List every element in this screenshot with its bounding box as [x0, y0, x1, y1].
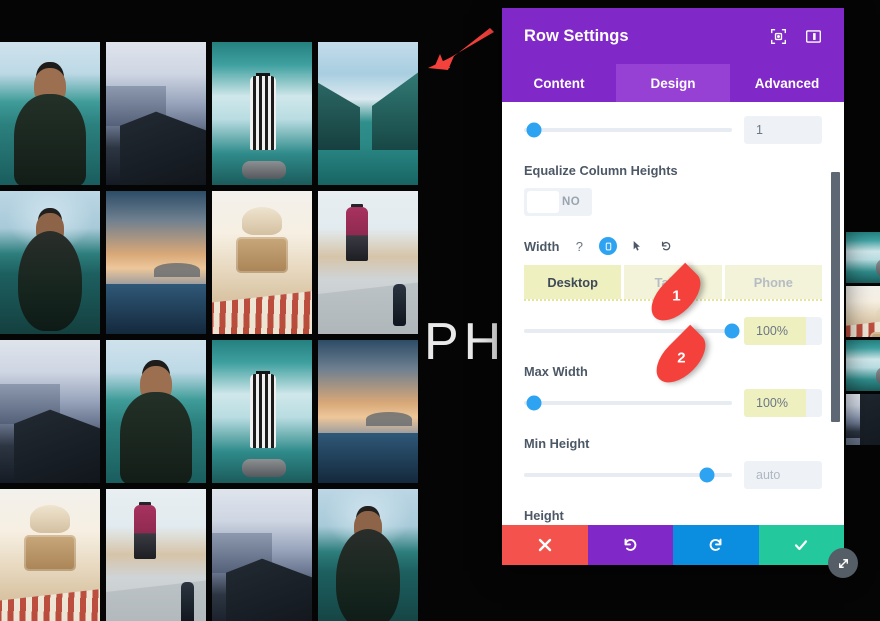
- gutter-width-field: 1: [524, 116, 822, 144]
- red-pointer-arrow: [428, 28, 494, 70]
- photo-man-standing-on-rock[interactable]: [212, 42, 312, 185]
- photo-overlay: [106, 580, 206, 621]
- width-slider-handle[interactable]: [724, 323, 740, 339]
- photo-grid: [0, 42, 424, 621]
- photo-smiling-man-lake[interactable]: [0, 42, 100, 185]
- min-height-slider-track[interactable]: [524, 467, 732, 483]
- side-thumbnail-strip: [846, 232, 880, 445]
- layout-panel-icon[interactable]: [805, 28, 822, 45]
- photo-mountain-cliff-valley[interactable]: [106, 42, 206, 185]
- min-height-field: Min Height auto: [524, 436, 822, 489]
- cancel-button[interactable]: [502, 525, 588, 565]
- photo-overlay: [0, 191, 100, 334]
- max-width-value: 100%: [756, 396, 788, 410]
- photo-overlay: [212, 489, 312, 621]
- resp-tab-phone[interactable]: Phone: [724, 265, 822, 299]
- photo-overlay: [318, 42, 418, 185]
- resp-tab-desktop[interactable]: Desktop: [524, 265, 622, 299]
- equalize-state: NO: [562, 196, 581, 208]
- max-width-value-box[interactable]: 100%: [744, 389, 822, 417]
- photo-overlay: [846, 394, 880, 445]
- tab-design[interactable]: Design: [616, 64, 730, 102]
- photo-ocean-sunset[interactable]: [106, 191, 206, 334]
- photo-smiling-man-lake[interactable]: [106, 340, 206, 483]
- photo-man-standing-on-rock[interactable]: [846, 232, 880, 283]
- photo-mirror-lake-mountains[interactable]: [318, 42, 418, 185]
- photo-overlay: [846, 232, 880, 283]
- tab-content[interactable]: Content: [502, 64, 616, 102]
- photo-overlay: [106, 42, 206, 185]
- gutter-slider-track[interactable]: [524, 122, 732, 138]
- width-value: 100%: [756, 324, 788, 338]
- photo-overlay: [846, 340, 880, 391]
- photo-overlay: [212, 291, 312, 334]
- vertical-scrollbar[interactable]: [831, 172, 840, 422]
- photo-person-with-camera[interactable]: [846, 286, 880, 337]
- focus-target-icon[interactable]: [770, 28, 787, 45]
- min-height-value: auto: [756, 468, 781, 482]
- photo-ocean-sunset[interactable]: [318, 340, 418, 483]
- tab-advanced[interactable]: Advanced: [730, 64, 844, 102]
- photo-hiker-with-bottle[interactable]: [106, 489, 206, 621]
- min-height-label: Min Height: [524, 436, 590, 451]
- toggle-knob: [527, 191, 559, 213]
- responsive-device-icon[interactable]: [599, 237, 618, 255]
- photo-overlay: [106, 340, 206, 483]
- height-label: Height: [524, 508, 564, 523]
- modal-footer: [502, 525, 844, 565]
- photo-man-standing-on-rock[interactable]: [846, 340, 880, 391]
- photo-overlay: [0, 589, 100, 621]
- photo-lake-louise-reflection[interactable]: [0, 191, 100, 334]
- max-width-slider-track[interactable]: [524, 395, 732, 411]
- equalize-column-heights-field: Equalize Column Heights NO: [524, 163, 822, 218]
- redo-button[interactable]: [673, 525, 759, 565]
- photo-man-standing-on-rock[interactable]: [212, 340, 312, 483]
- callout-2-label: 2: [676, 349, 686, 367]
- photo-person-with-camera[interactable]: [0, 489, 100, 621]
- photo-overlay: [318, 489, 418, 621]
- gutter-slider-row: 1: [524, 116, 822, 144]
- photo-mountain-cliff-valley[interactable]: [846, 394, 880, 445]
- modal-tabs: Content Design Advanced: [502, 64, 844, 102]
- photo-overlay: [846, 321, 880, 337]
- help-icon[interactable]: ?: [570, 237, 588, 255]
- callout-1-label: 1: [671, 287, 681, 305]
- gutter-slider-handle[interactable]: [526, 122, 542, 138]
- screenshot-root: PHO Row Settings Content Design Advanced…: [0, 0, 880, 621]
- width-slider-track[interactable]: [524, 323, 740, 339]
- gutter-value: 1: [756, 123, 763, 137]
- photo-overlay: [318, 282, 418, 334]
- min-height-value-box[interactable]: auto: [744, 461, 822, 489]
- photo-mountain-cliff-valley[interactable]: [0, 340, 100, 483]
- height-field: Height auto: [524, 508, 822, 525]
- equalize-toggle[interactable]: NO: [524, 188, 592, 216]
- photo-overlay: [212, 340, 312, 483]
- photo-lake-louise-reflection[interactable]: [318, 489, 418, 621]
- max-width-slider-handle[interactable]: [526, 395, 542, 411]
- width-value-box[interactable]: 100%: [744, 317, 822, 345]
- gutter-value-box[interactable]: 1: [744, 116, 822, 144]
- resize-diagonal-icon[interactable]: [828, 548, 858, 578]
- reset-undo-icon[interactable]: [657, 237, 675, 255]
- undo-button[interactable]: [587, 525, 673, 565]
- modal-header-actions: [770, 28, 822, 45]
- photo-overlay: [0, 340, 100, 483]
- modal-header: Row Settings: [502, 8, 844, 64]
- max-width-slider-row: 100%: [524, 389, 822, 417]
- photo-person-with-camera[interactable]: [212, 191, 312, 334]
- photo-mountain-cliff-valley[interactable]: [212, 489, 312, 621]
- photo-hiker-with-bottle[interactable]: [318, 191, 418, 334]
- photo-overlay: [0, 42, 100, 185]
- photo-overlay: [212, 42, 312, 185]
- cursor-pointer-icon[interactable]: [628, 237, 646, 255]
- width-label: Width: [524, 238, 560, 254]
- photo-overlay: [318, 340, 418, 483]
- width-header: Width ?: [524, 237, 822, 255]
- photo-overlay: [106, 191, 206, 334]
- min-height-slider-row: auto: [524, 461, 822, 489]
- equalize-label: Equalize Column Heights: [524, 163, 678, 178]
- modal-title: Row Settings: [524, 26, 629, 45]
- min-height-slider-handle[interactable]: [699, 467, 715, 483]
